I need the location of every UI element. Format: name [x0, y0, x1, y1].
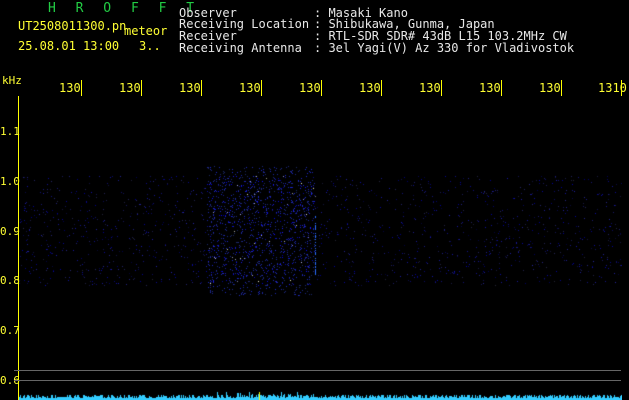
x-tick-mark: [441, 80, 442, 96]
x-tick-mark: [321, 80, 322, 96]
spectrogram-canvas: [19, 96, 622, 400]
x-tick-label: 130: [179, 81, 201, 95]
x-tick-mark: [501, 80, 502, 96]
antenna-value: : 3el Yagi(V) Az 330 for Vladivostok: [314, 41, 575, 55]
x-tick-label: 130: [299, 81, 321, 95]
x-tick-label: 130: [359, 81, 381, 95]
x-tick-mark: [201, 80, 202, 96]
spectrum-baseline-upper: [14, 370, 621, 371]
meteor-label: meteor: [124, 24, 168, 38]
x-tick-mark: [621, 80, 622, 96]
y-axis-unit: kHz: [2, 74, 22, 87]
x-tick-label: 130: [419, 81, 441, 95]
x-tick-mark: [81, 80, 82, 96]
x-tick-label: 130: [59, 81, 81, 95]
app-title: H R O F F T: [48, 1, 201, 16]
datetime-label: 25.08.01 13:00: [18, 39, 120, 53]
x-tick-mark: [141, 80, 142, 96]
x-tick-label: 1310: [598, 81, 627, 95]
x-tick-label: 130: [539, 81, 561, 95]
x-tick-mark: [261, 80, 262, 96]
y-tick-label: 0.8: [0, 274, 20, 287]
x-tick-label: 130: [479, 81, 501, 95]
file-name: UT2508011300.pn: [18, 19, 127, 33]
y-tick-label: 1.1: [0, 125, 20, 138]
spectrum-baseline-lower: [14, 380, 621, 381]
y-tick-label: 0.7: [0, 324, 20, 337]
meteor-count: 3..: [139, 39, 161, 53]
x-tick-mark: [561, 80, 562, 96]
y-tick-label: 0.9: [0, 225, 20, 238]
y-tick-label: 1.0: [0, 175, 20, 188]
x-tick-label: 130: [119, 81, 141, 95]
antenna-label: Receiving Antenna: [179, 41, 302, 55]
x-tick-label: 130: [239, 81, 261, 95]
x-tick-mark: [381, 80, 382, 96]
